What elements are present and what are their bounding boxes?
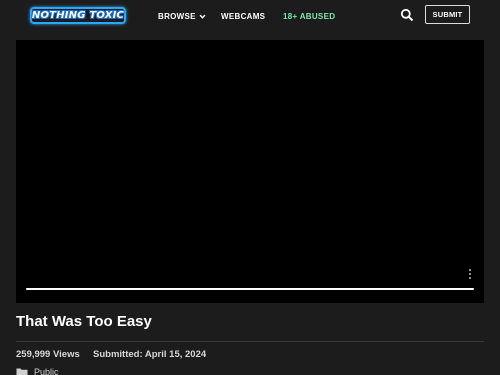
- more-vertical-icon[interactable]: [467, 268, 473, 280]
- submit-button-label: SUBMIT: [432, 10, 463, 19]
- view-count: 259,999 Views: [16, 349, 80, 360]
- video-category[interactable]: Public: [16, 367, 59, 375]
- nav-browse-label: BROWSE: [158, 11, 196, 21]
- title-divider: [16, 341, 484, 342]
- chevron-down-icon: [199, 14, 206, 19]
- video-category-label: Public: [34, 367, 59, 375]
- video-progress-bar[interactable]: [26, 288, 474, 290]
- submit-button[interactable]: SUBMIT: [425, 5, 470, 24]
- nav-browse[interactable]: BROWSE: [158, 10, 206, 22]
- nav-webcams-label: WEBCAMS: [221, 11, 266, 21]
- video-player[interactable]: [16, 40, 484, 303]
- search-icon[interactable]: [400, 8, 414, 22]
- nav-webcams[interactable]: WEBCAMS: [221, 10, 265, 22]
- top-navigation-bar: NOTHING TOXIC BROWSE WEBCAMS 18+ ABUSED …: [0, 0, 500, 30]
- video-progress-fill: [26, 288, 474, 290]
- site-logo[interactable]: NOTHING TOXIC: [30, 7, 126, 24]
- nav-abused[interactable]: 18+ ABUSED: [283, 10, 335, 22]
- submitted-date: Submitted: April 15, 2024: [93, 349, 207, 360]
- nav-abused-label: 18+ ABUSED: [283, 11, 336, 21]
- video-title: That Was Too Easy: [16, 313, 152, 330]
- folder-icon: [16, 368, 28, 375]
- logo-text: NOTHING TOXIC: [31, 10, 125, 21]
